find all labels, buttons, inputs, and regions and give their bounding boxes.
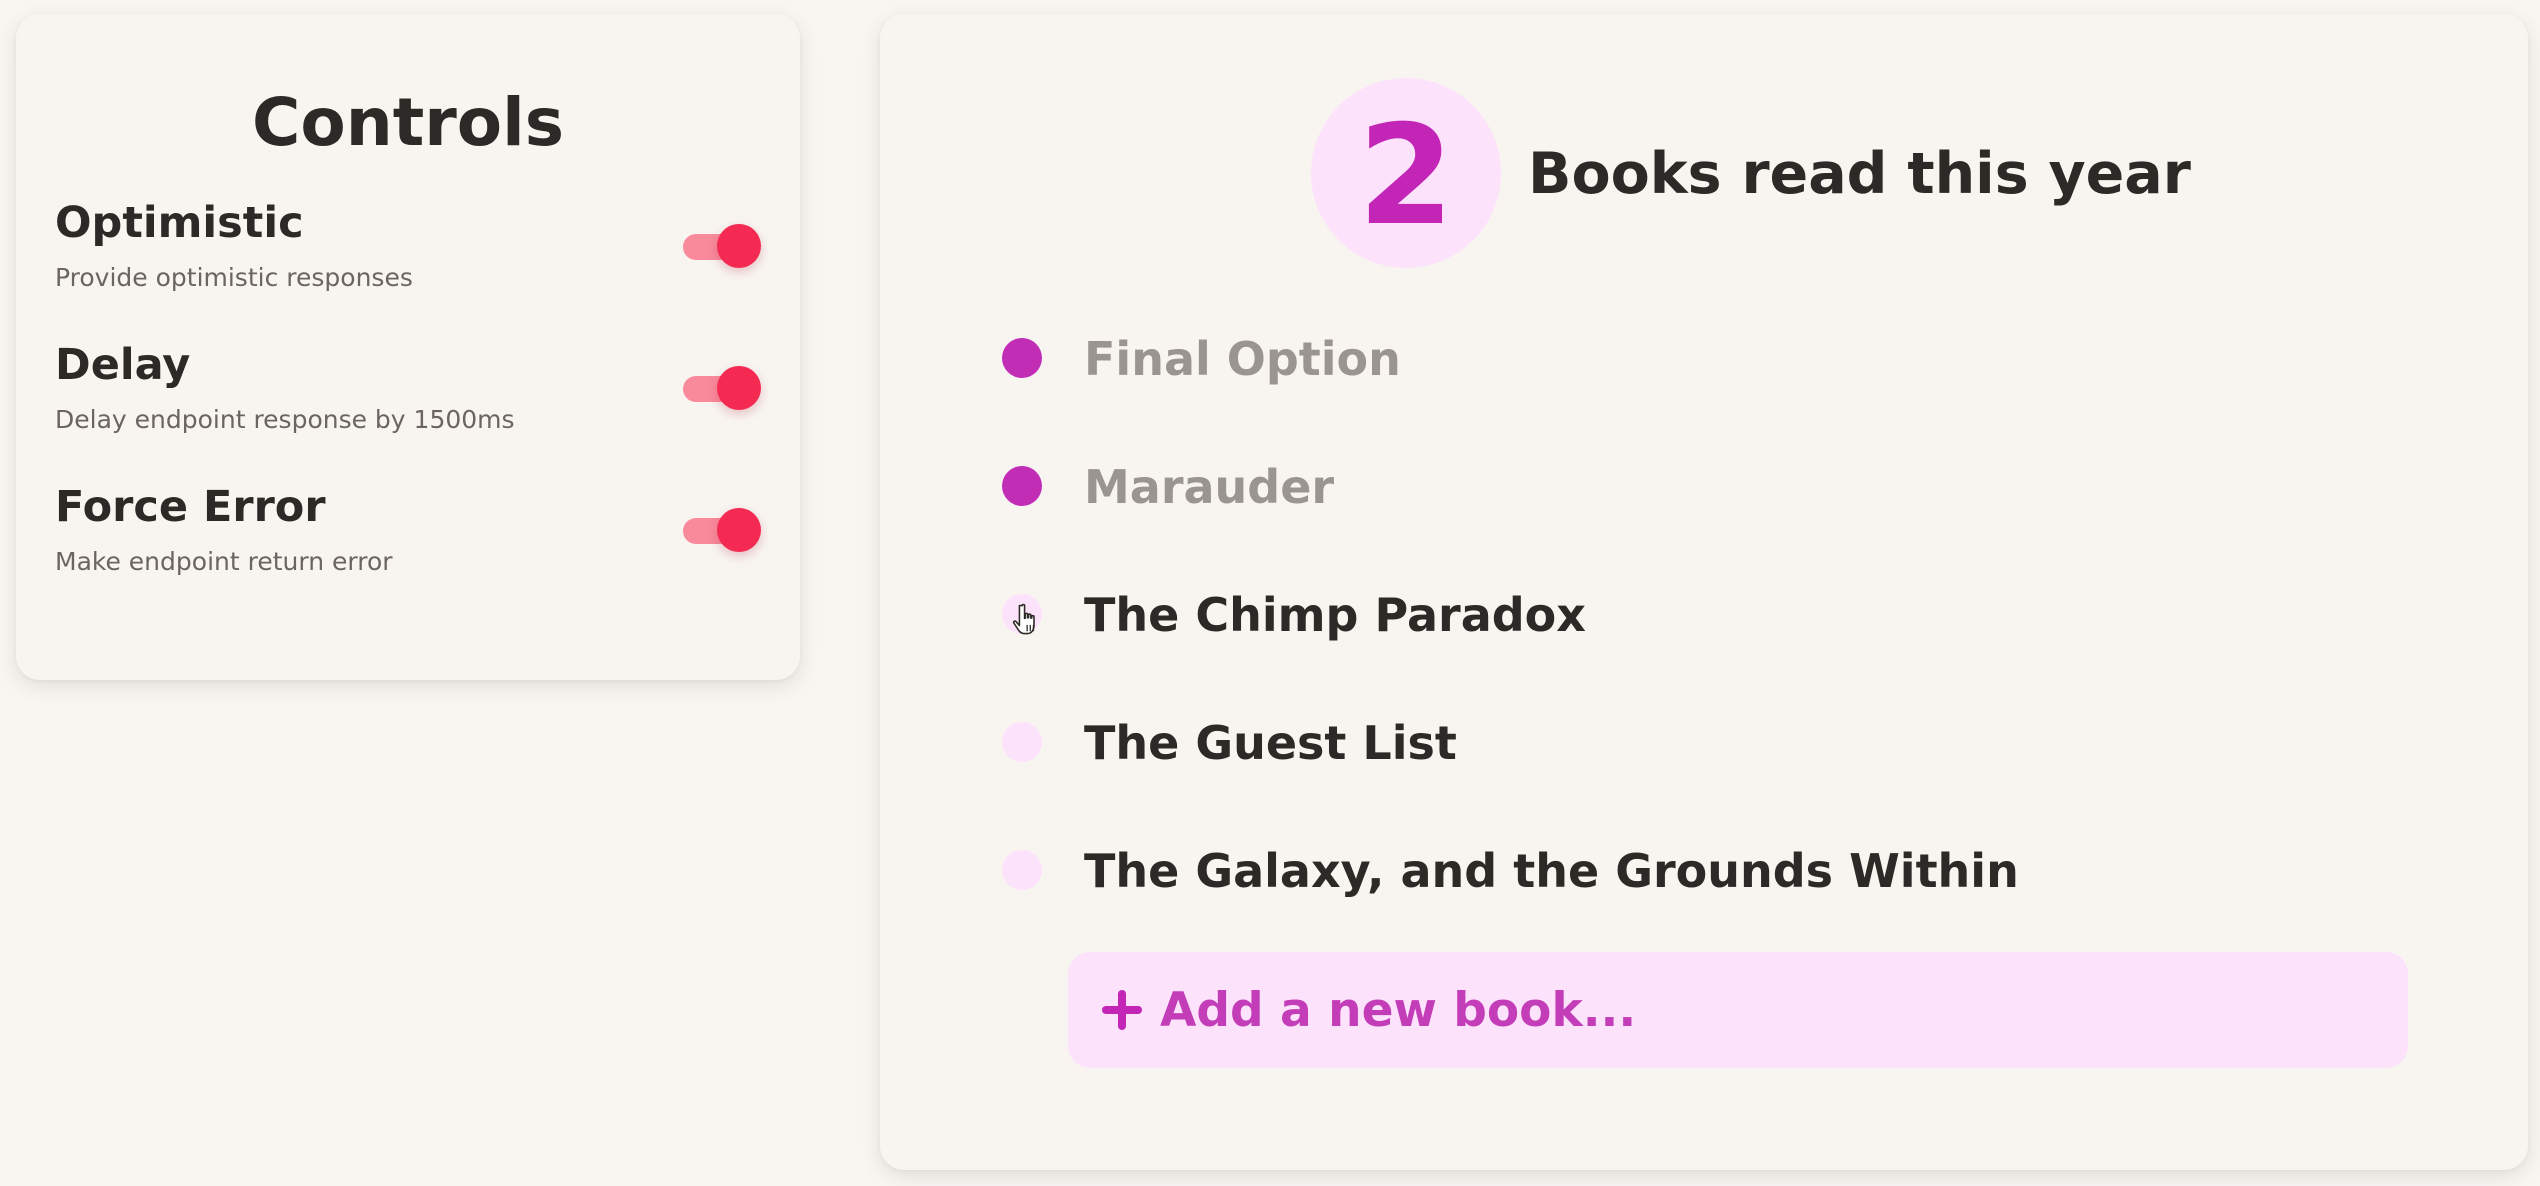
control-force-error: Force Error Make endpoint return error (55, 486, 765, 596)
toggle-knob (717, 508, 761, 552)
controls-title: Controls (251, 84, 565, 161)
book-item[interactable]: The Guest List (1002, 712, 2422, 772)
toggle-knob (717, 224, 761, 268)
delay-toggle[interactable] (683, 366, 763, 410)
add-book-button[interactable]: Add a new book... (1068, 952, 2408, 1068)
control-optimistic: Optimistic Provide optimistic responses (55, 202, 765, 312)
book-item[interactable]: Final Option (1002, 328, 2422, 388)
read-status-dot[interactable] (1002, 850, 1042, 890)
read-status-dot[interactable] (1002, 722, 1042, 762)
book-item[interactable]: Marauder (1002, 456, 2422, 516)
controls-panel: Controls Optimistic Provide optimistic r… (16, 14, 800, 680)
book-title: The Guest List (1084, 716, 1457, 770)
add-book-label: Add a new book... (1160, 983, 1637, 1038)
book-title: The Galaxy, and the Grounds Within (1084, 844, 2019, 898)
plus-icon (1102, 990, 1142, 1030)
book-item[interactable]: The Chimp Paradox (1002, 584, 2422, 644)
book-title: Final Option (1084, 332, 1401, 386)
books-panel: 2 Books read this year Final Option Mara… (880, 14, 2528, 1170)
books-read-count: 2 (1357, 95, 1455, 256)
control-delay: Delay Delay endpoint response by 1500ms (55, 344, 765, 454)
book-title: Marauder (1084, 460, 1335, 514)
control-label: Delay (55, 340, 191, 390)
force-error-toggle[interactable] (683, 508, 763, 552)
book-title: The Chimp Paradox (1084, 588, 1586, 642)
optimistic-toggle[interactable] (683, 224, 763, 268)
books-read-count-badge: 2 (1311, 78, 1501, 268)
toggle-knob (717, 366, 761, 410)
control-label: Force Error (55, 482, 326, 532)
control-description: Make endpoint return error (55, 547, 393, 576)
read-status-dot[interactable] (1002, 466, 1042, 506)
control-label: Optimistic (55, 198, 304, 248)
hand-pointer-icon (1012, 603, 1035, 635)
control-description: Provide optimistic responses (55, 263, 413, 292)
control-description: Delay endpoint response by 1500ms (55, 405, 515, 434)
read-status-dot[interactable] (1002, 338, 1042, 378)
books-read-heading: Books read this year (1528, 141, 2191, 207)
book-item[interactable]: The Galaxy, and the Grounds Within (1002, 840, 2422, 900)
